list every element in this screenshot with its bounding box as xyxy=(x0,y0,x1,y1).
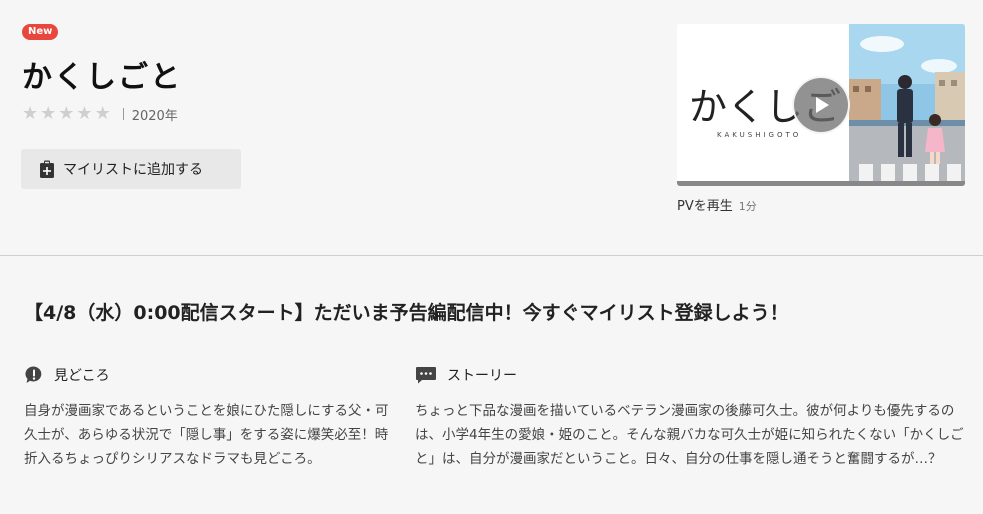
story-text: ちょっと下品な漫画を描いているベテラン漫画家の後藤可久士。彼が何よりも優先するの… xyxy=(415,403,964,467)
star-icon: ★ xyxy=(58,103,75,124)
story-title: ストーリー xyxy=(447,368,517,384)
title-header: New かくしごと ★ ★ ★ ★ ★ 2020年 マイリストに追加する かくし… xyxy=(0,0,983,255)
add-to-mylist-label: マイリストに追加する xyxy=(63,162,203,178)
highlights-section: 見どころ 自身が漫画家であるということを娘にひた隠しにする父・可久士が、あらゆる… xyxy=(24,364,394,471)
play-icon xyxy=(816,97,829,113)
pv-thumbnail[interactable]: かくしご KAKUSHIGOTO xyxy=(677,24,965,186)
star-icon: ★ xyxy=(76,103,93,124)
speech-bubble-icon xyxy=(416,367,436,384)
star-icon: ★ xyxy=(94,103,111,124)
divider xyxy=(122,108,124,120)
star-icon: ★ xyxy=(22,103,39,124)
page-title: かくしごと xyxy=(22,60,182,95)
pv-caption[interactable]: PVを再生 1分 xyxy=(677,195,757,214)
pv-duration: 1分 xyxy=(738,200,757,213)
story-section: ストーリー ちょっと下品な漫画を描いているベテラン漫画家の後藤可久士。彼が何より… xyxy=(415,364,970,471)
add-to-mylist-button[interactable]: マイリストに追加する xyxy=(21,149,241,189)
pv-progress-bar xyxy=(677,181,965,186)
highlights-title: 見どころ xyxy=(54,368,110,384)
star-icon: ★ xyxy=(40,103,57,124)
clipboard-plus-icon xyxy=(40,160,54,178)
pv-play-label: PVを再生 xyxy=(677,199,733,214)
new-badge: New xyxy=(22,24,59,40)
promo-headline: 【4/8（水）0:00配信スタート】ただいま予告編配信中！今すぐマイリスト登録し… xyxy=(24,302,789,324)
svg-text:KAKUSHIGOTO: KAKUSHIGOTO xyxy=(717,131,801,139)
highlights-text: 自身が漫画家であるということを娘にひた隠しにする父・可久士が、あらゆる状況で「隠… xyxy=(24,403,389,467)
section-divider xyxy=(0,255,983,256)
rating-row: ★ ★ ★ ★ ★ 2020年 xyxy=(22,104,178,124)
release-year: 2020年 xyxy=(131,108,178,124)
title-detail-page: New かくしごと ★ ★ ★ ★ ★ 2020年 マイリストに追加する かくし… xyxy=(0,0,983,514)
story-header: ストーリー xyxy=(415,364,970,386)
exclamation-bubble-icon xyxy=(25,366,42,383)
highlights-header: 見どころ xyxy=(24,364,394,386)
play-button[interactable] xyxy=(792,76,850,134)
star-rating: ★ ★ ★ ★ ★ xyxy=(22,104,111,124)
